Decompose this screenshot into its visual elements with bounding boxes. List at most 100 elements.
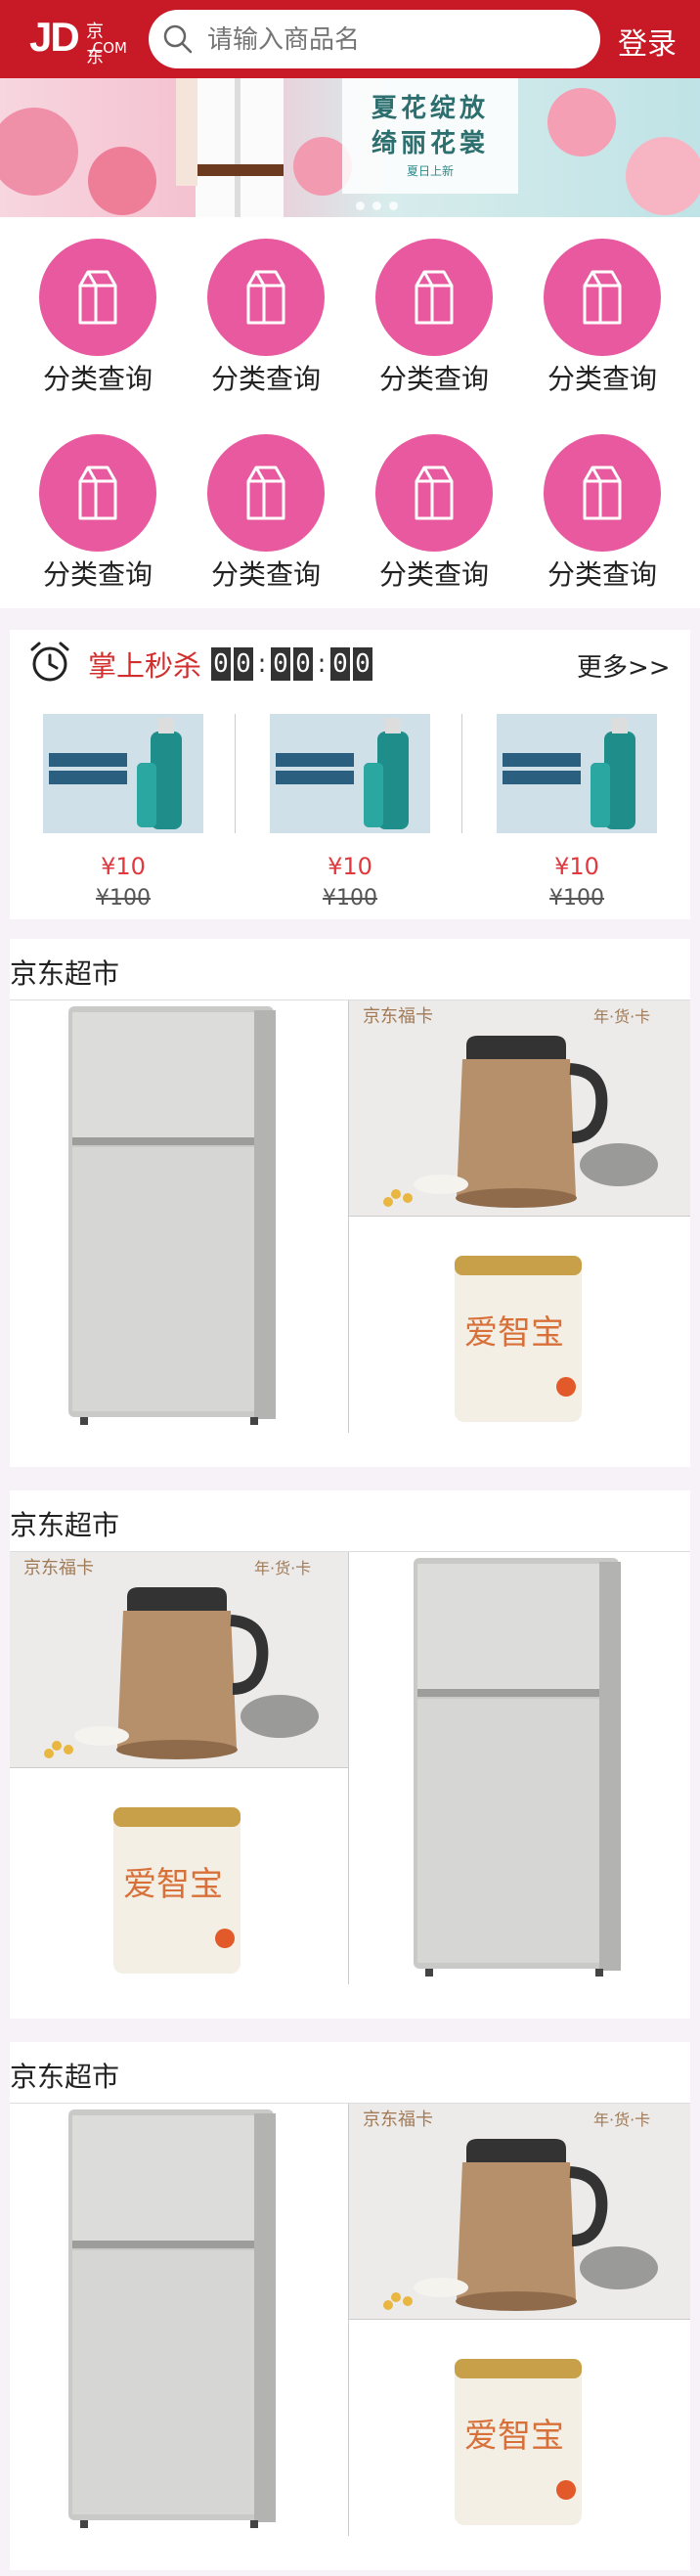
timer-digit: 0 [330, 647, 350, 681]
milk-powder-product-tile[interactable]: 爱智宝 [349, 1217, 690, 1433]
fridge-product-tile[interactable] [10, 2104, 349, 2536]
milk-box-icon [415, 270, 454, 325]
login-link[interactable]: 登录 [618, 20, 677, 63]
gift-card-product-tile[interactable]: 京东福卡 年·货·卡 [10, 1552, 349, 1768]
timer-digit: 0 [211, 647, 231, 681]
card-brand-text: 京东福卡 [23, 1558, 94, 1578]
floor-title: 京东超市 [10, 2061, 120, 2093]
seckill-section: 掌上秒杀 00:00:00 更多>> ¥10 ¥100 ¥10 ¥100 ¥10… [10, 630, 690, 919]
logo-jd-text: JD [29, 14, 80, 60]
timer-colon: : [317, 649, 327, 679]
soymilk-maker-image: 京东福卡 年·货·卡 [349, 2104, 690, 2319]
card-tag-text: 年·货·卡 [593, 1007, 650, 1026]
card-tag-text: 年·货·卡 [254, 1559, 311, 1577]
milk-powder-can-image: 爱智宝 [349, 1217, 690, 1433]
category-circle [39, 239, 156, 356]
alarm-clock-icon [30, 642, 69, 682]
milk-powder-product-tile[interactable]: 爱智宝 [10, 1768, 349, 1984]
banner-pagination[interactable] [356, 196, 406, 214]
banner-flower [0, 108, 78, 196]
product-old-price: ¥100 [549, 886, 604, 910]
category-label: 分类查询 [378, 363, 489, 395]
category-grid: 分类查询 分类查询 分类查询 分类查询 分类查询 分类查询 分类查询 分类查询 [0, 217, 700, 608]
timer-digit: 0 [353, 647, 372, 681]
category-circle [375, 239, 493, 356]
card-brand-text: 京东福卡 [363, 1006, 433, 1027]
product-price: ¥10 [101, 853, 146, 880]
top-header: JD 京东 .COM 登录 [0, 0, 700, 78]
gift-card-product-tile[interactable]: 京东福卡 年·货·卡 [349, 1000, 690, 1217]
floor-body: 京东福卡 年·货·卡 爱智宝 [10, 1551, 690, 1984]
category-item[interactable]: 分类查询 [350, 413, 518, 591]
milk-powder-can-image: 爱智宝 [10, 1768, 348, 1984]
countdown-timer: 00:00:00 [211, 647, 375, 681]
category-circle [39, 434, 156, 552]
search-icon [163, 24, 193, 54]
floor-section: 京东超市 京东福卡 年·货·卡 爱智宝 [10, 939, 690, 1467]
category-label: 分类查询 [378, 558, 489, 591]
category-item[interactable]: 分类查询 [350, 217, 518, 395]
category-item[interactable]: 分类查询 [518, 217, 686, 395]
banner-flower [547, 88, 616, 156]
product-old-price: ¥100 [96, 886, 151, 910]
fridge-image [68, 2110, 276, 2528]
category-item[interactable]: 分类查询 [14, 413, 182, 591]
category-item[interactable]: 分类查询 [14, 217, 182, 395]
category-item[interactable]: 分类查询 [182, 413, 350, 591]
milk-box-icon [246, 466, 285, 520]
floor-section: 京东超市 京东福卡 年·货·卡 爱智宝 [10, 2042, 690, 2570]
shampoo-bottle-image [270, 714, 430, 833]
search-input[interactable] [205, 22, 591, 59]
divider [461, 714, 462, 833]
product-image [43, 714, 203, 833]
product-price: ¥10 [554, 853, 599, 880]
category-circle [207, 239, 325, 356]
category-circle [544, 239, 661, 356]
divider [235, 714, 236, 833]
seckill-product[interactable]: ¥10 ¥100 [20, 714, 215, 910]
banner-dot[interactable] [356, 201, 365, 210]
promo-banner[interactable]: 夏花绽放 绮丽花裳 夏日上新 [0, 78, 700, 217]
milk-box-icon [78, 270, 117, 325]
category-label: 分类查询 [547, 558, 657, 591]
fridge-product-tile[interactable] [10, 1000, 349, 1433]
banner-line1: 夏花绽放 [371, 94, 489, 123]
card-tag-text: 年·货·卡 [593, 2110, 650, 2129]
milk-box-icon [246, 270, 285, 325]
milk-powder-product-tile[interactable]: 爱智宝 [349, 2320, 690, 2536]
banner-text-card: 夏花绽放 绮丽花裳 夏日上新 [342, 78, 518, 194]
category-circle [207, 434, 325, 552]
floor-body: 京东福卡 年·货·卡 爱智宝 [10, 2103, 690, 2536]
soymilk-maker-image: 京东福卡 年·货·卡 [349, 1000, 690, 1216]
product-price: ¥10 [328, 853, 372, 880]
category-item[interactable]: 分类查询 [518, 413, 686, 591]
can-name-text: 爱智宝 [123, 1865, 223, 1904]
card-brand-text: 京东福卡 [363, 2110, 433, 2130]
category-label: 分类查询 [210, 558, 321, 591]
floor-body: 京东福卡 年·货·卡 爱智宝 [10, 999, 690, 1433]
floor-title: 京东超市 [10, 1509, 120, 1541]
timer-colon: : [257, 649, 267, 679]
product-image [497, 714, 657, 833]
banner-flower [626, 137, 700, 215]
shampoo-bottle-image [497, 714, 657, 833]
seckill-more-link[interactable]: 更多>> [577, 647, 671, 684]
seckill-product[interactable]: ¥10 ¥100 [473, 714, 669, 910]
banner-dot[interactable] [389, 201, 398, 210]
seckill-product[interactable]: ¥10 ¥100 [246, 714, 442, 910]
fridge-product-tile[interactable] [349, 1552, 690, 1984]
milk-box-icon [415, 466, 454, 520]
search-box[interactable] [149, 10, 600, 68]
banner-line3: 夏日上新 [406, 164, 454, 178]
category-item[interactable]: 分类查询 [182, 217, 350, 395]
gift-card-product-tile[interactable]: 京东福卡 年·货·卡 [349, 2104, 690, 2320]
banner-dot[interactable] [372, 201, 381, 210]
category-circle [544, 434, 661, 552]
milk-powder-can-image: 爱智宝 [349, 2320, 690, 2536]
milk-box-icon [583, 466, 622, 520]
category-label: 分类查询 [210, 363, 321, 395]
logo-com-text: .COM [88, 39, 127, 57]
can-name-text: 爱智宝 [464, 2417, 564, 2456]
soymilk-maker-image: 京东福卡 年·货·卡 [10, 1552, 348, 1767]
timer-digit: 0 [271, 647, 290, 681]
